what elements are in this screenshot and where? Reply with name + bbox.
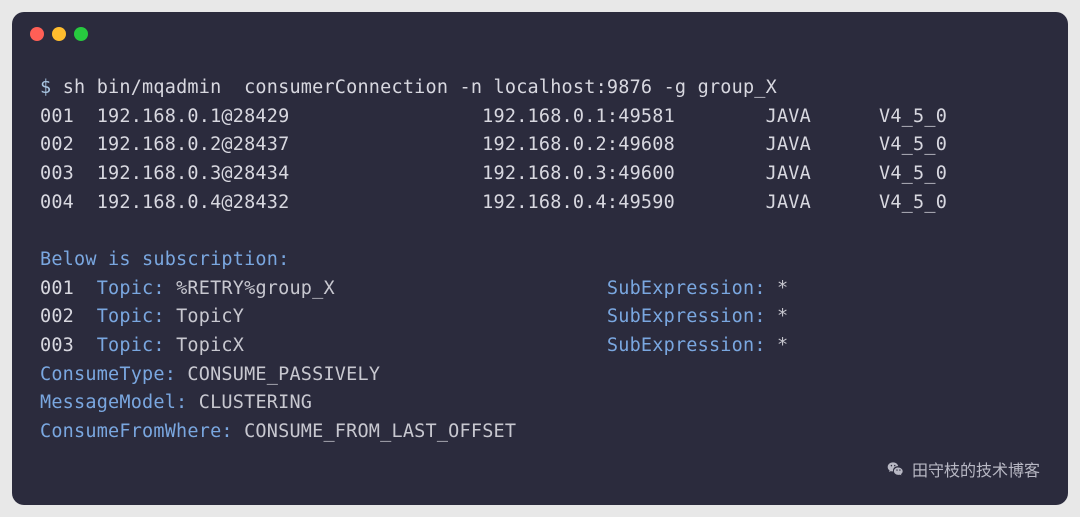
command-text: sh bin/mqadmin consumerConnection -n loc…: [63, 77, 777, 98]
minimize-icon[interactable]: [52, 27, 66, 41]
maximize-icon[interactable]: [74, 27, 88, 41]
terminal-content[interactable]: $ sh bin/mqadmin consumerConnection -n l…: [12, 56, 1068, 447]
watermark: 田守枝的技术博客: [886, 457, 1040, 481]
titlebar: [12, 12, 1068, 56]
shell-prompt: $: [40, 77, 51, 98]
subscription-header: Below is subscription:: [40, 249, 289, 270]
close-icon[interactable]: [30, 27, 44, 41]
wechat-icon: [886, 459, 906, 479]
watermark-text: 田守枝的技术博客: [912, 457, 1040, 481]
terminal-window: $ sh bin/mqadmin consumerConnection -n l…: [12, 12, 1068, 505]
